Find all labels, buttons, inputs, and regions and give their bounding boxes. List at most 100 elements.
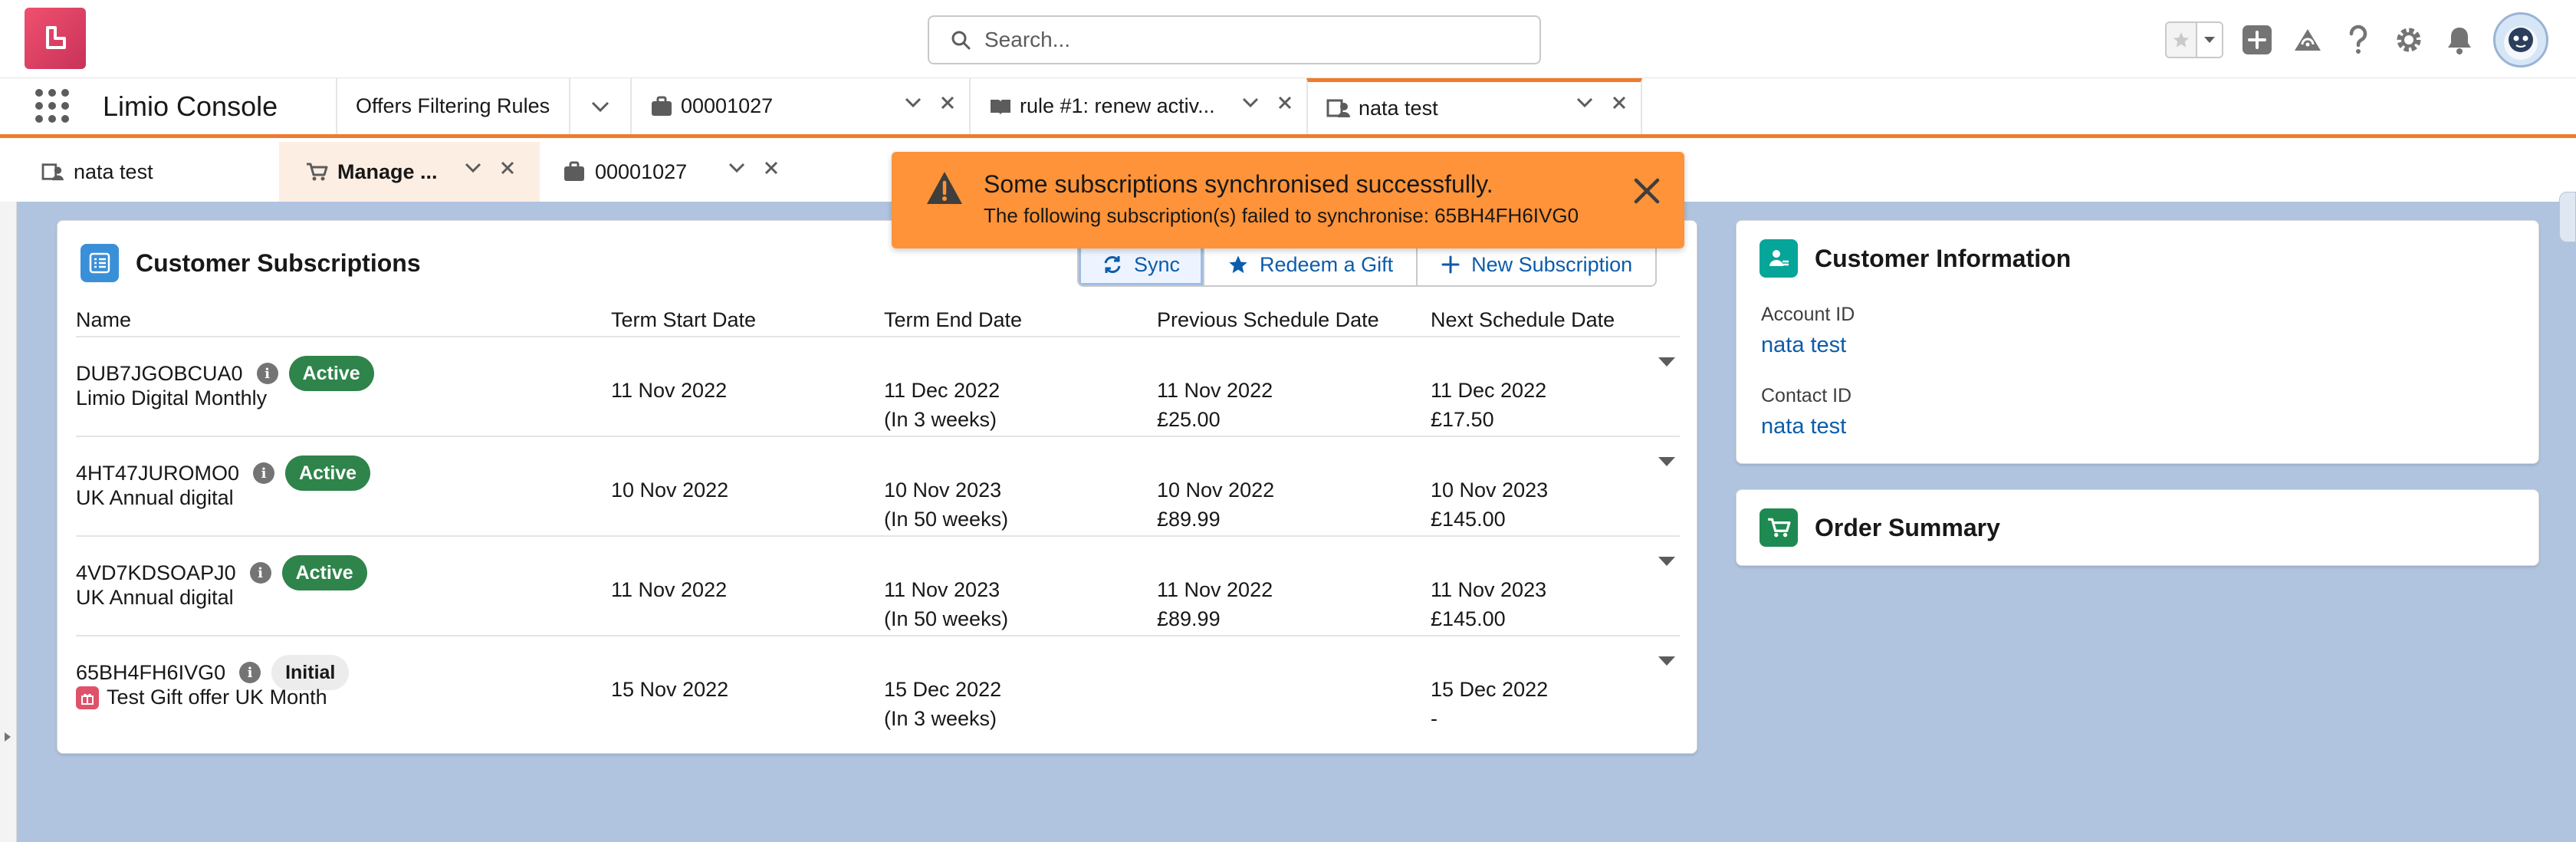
new-subscription-button[interactable]: New Subscription	[1418, 244, 1656, 285]
help-icon[interactable]	[2341, 23, 2375, 57]
header-utility-icons	[2165, 11, 2548, 69]
favorites-group	[2165, 21, 2223, 58]
card-header: Customer Subscriptions	[80, 244, 421, 282]
tab-label: nata test	[1359, 96, 1438, 120]
global-search[interactable]	[928, 15, 1541, 64]
row-actions-dropdown-icon[interactable]	[1658, 357, 1675, 367]
favorites-dropdown-icon[interactable]	[2197, 23, 2222, 57]
column-header-previous-schedule: Previous Schedule Date	[1157, 308, 1379, 331]
close-icon[interactable]	[940, 95, 955, 110]
previous-schedule-date: 10 Nov 2022	[1157, 479, 1275, 502]
info-icon[interactable]: i	[256, 363, 278, 384]
subtab-label: Manage ...	[337, 160, 438, 183]
column-header-next-schedule: Next Schedule Date	[1431, 308, 1615, 331]
subscription-id: 4VD7KDSOAPJ0	[76, 561, 236, 584]
star-icon	[1227, 254, 1249, 275]
side-panel-handle[interactable]	[2559, 192, 2576, 242]
sync-button-label: Sync	[1134, 252, 1181, 276]
setup-gear-icon[interactable]	[2392, 23, 2426, 57]
info-icon[interactable]: i	[249, 562, 271, 584]
app-launcher-icon[interactable]	[35, 89, 69, 123]
limio-logo[interactable]	[25, 8, 86, 69]
favorite-star-icon[interactable]	[2167, 23, 2197, 57]
redeem-gift-button[interactable]: Redeem a Gift	[1204, 244, 1418, 285]
close-icon[interactable]	[764, 160, 779, 176]
table-row: 4HT47JUROMO0 i Active UK Annual digital …	[76, 437, 1680, 537]
next-schedule-amount: £145.00	[1431, 607, 1506, 630]
row-actions-dropdown-icon[interactable]	[1658, 557, 1675, 566]
info-icon[interactable]: i	[239, 662, 261, 683]
notifications-bell-icon[interactable]	[2443, 23, 2476, 57]
info-icon[interactable]: i	[253, 462, 275, 484]
term-end-date: 11 Dec 2022	[884, 379, 1001, 402]
account-id-label: Account ID	[1761, 304, 1855, 325]
account-id-link[interactable]: nata test	[1761, 333, 1846, 358]
contact-card-icon	[1760, 239, 1798, 278]
customer-subscriptions-card: Customer Subscriptions Sync Redeem a Gif…	[57, 220, 1697, 754]
utility-bar-gutter[interactable]	[0, 202, 17, 842]
search-icon	[951, 30, 971, 50]
case-briefcase-icon	[563, 161, 586, 183]
row-actions-dropdown-icon[interactable]	[1658, 656, 1675, 666]
tab-nata-test[interactable]: nata test	[1306, 78, 1642, 134]
term-start-date: 15 Nov 2022	[611, 678, 729, 701]
tab-case-00001027[interactable]: 00001027	[630, 78, 969, 134]
subtab-case-00001027[interactable]: 00001027	[540, 142, 800, 202]
close-icon[interactable]	[500, 160, 515, 176]
user-avatar[interactable]	[2493, 12, 2548, 67]
customer-information-card: Customer Information Account ID nata tes…	[1736, 220, 2539, 464]
subscriptions-list-icon	[80, 244, 119, 282]
chevron-down-icon[interactable]	[465, 163, 481, 173]
subscription-id: DUB7JGOBCUA0	[76, 361, 243, 385]
term-start-date: 10 Nov 2022	[611, 479, 729, 502]
tab-rule-renew[interactable]: rule #1: renew activ...	[969, 78, 1306, 134]
tab-label: Offers Filtering Rules	[356, 94, 550, 117]
tab-label: 00001027	[681, 94, 774, 117]
next-schedule-amount: £145.00	[1431, 508, 1506, 531]
search-input[interactable]	[984, 28, 1444, 52]
term-end-relative: (In 3 weeks)	[884, 408, 997, 431]
product-name: Test Gift offer UK Month	[76, 686, 327, 709]
app-name: Limio Console	[103, 90, 278, 122]
subtab-manage[interactable]: Manage ...	[279, 142, 540, 202]
contact-id-label: Contact ID	[1761, 385, 1852, 406]
chevron-down-icon[interactable]	[905, 97, 922, 108]
chevron-down-icon	[591, 101, 610, 112]
nav-overflow-menu[interactable]	[569, 78, 630, 134]
chevron-down-icon[interactable]	[1242, 97, 1259, 108]
chevron-down-icon[interactable]	[1576, 97, 1593, 108]
subscription-actions: Sync Redeem a Gift New Subscription	[1077, 242, 1658, 287]
next-schedule-amount: £17.50	[1431, 408, 1494, 431]
card-title: Order Summary	[1815, 513, 2000, 541]
row-actions-dropdown-icon[interactable]	[1658, 457, 1675, 466]
sync-button[interactable]: Sync	[1079, 244, 1205, 285]
next-schedule-date: 11 Dec 2022	[1431, 379, 1547, 402]
subscriptions-table: Name Term Start Date Term End Date Previ…	[76, 298, 1680, 736]
warning-icon	[925, 170, 964, 206]
table-row: 65BH4FH6IVG0 i Initial Test Gift offer U…	[76, 636, 1680, 736]
term-end-relative: (In 50 weeks)	[884, 607, 1009, 630]
person-account-icon	[1326, 97, 1351, 119]
expand-caret-icon[interactable]	[5, 732, 11, 742]
toast-close-icon[interactable]	[1629, 173, 1664, 209]
console-nav-bar: Limio Console Offers Filtering Rules 000…	[0, 78, 2576, 138]
next-schedule-amount: -	[1431, 707, 1438, 730]
close-icon[interactable]	[1277, 95, 1293, 110]
column-header-name: Name	[76, 308, 132, 331]
previous-schedule-date: 11 Nov 2022	[1157, 379, 1273, 402]
subtab-nata-test[interactable]: nata test	[18, 142, 279, 202]
global-create-icon[interactable]	[2240, 23, 2274, 57]
logo-mark-icon	[46, 26, 66, 49]
product-name: UK Annual digital	[76, 486, 234, 509]
new-subscription-label: New Subscription	[1471, 252, 1633, 276]
status-badge: Active	[285, 456, 371, 491]
card-header: Customer Information	[1760, 239, 2071, 278]
close-icon[interactable]	[1612, 95, 1627, 110]
next-schedule-date: 11 Nov 2023	[1431, 578, 1547, 601]
card-header: Order Summary	[1760, 508, 2000, 547]
term-end-date: 11 Nov 2023	[884, 578, 1001, 601]
trailhead-icon[interactable]	[2291, 23, 2325, 57]
contact-id-link[interactable]: nata test	[1761, 414, 1846, 439]
tab-offers-filtering-rules[interactable]: Offers Filtering Rules	[336, 78, 569, 134]
chevron-down-icon[interactable]	[728, 163, 745, 173]
